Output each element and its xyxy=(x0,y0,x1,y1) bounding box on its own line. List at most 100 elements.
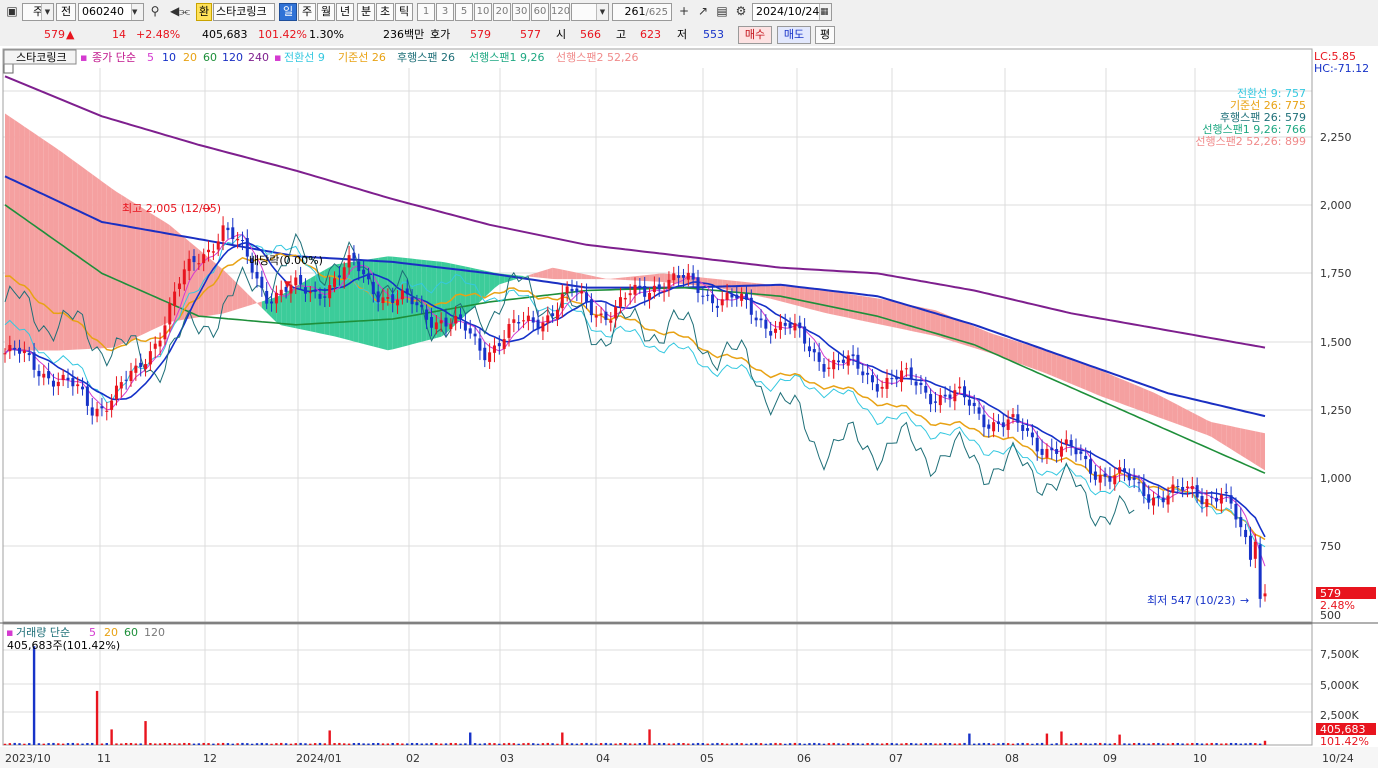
interval-year-button[interactable]: 년 xyxy=(336,3,354,21)
cloud-bearish-segment xyxy=(572,271,577,280)
volume-bar xyxy=(1036,743,1039,745)
candle-body xyxy=(672,273,676,281)
candle-body xyxy=(1084,455,1088,460)
candle-body xyxy=(81,386,85,390)
zoom-icon[interactable]: + xyxy=(675,3,693,21)
buy-button[interactable]: 매수 xyxy=(738,26,772,44)
calendar-icon[interactable]: ▦ xyxy=(819,4,831,20)
volume-bar xyxy=(1094,743,1097,745)
candle-body xyxy=(1185,486,1189,488)
multiplier-10-button[interactable]: 10 xyxy=(474,3,492,21)
candle-body xyxy=(536,319,540,330)
cloud-bearish-segment xyxy=(809,288,815,311)
crosshair-icon[interactable]: ↗ xyxy=(694,3,712,21)
multiplier-20-button[interactable]: 20 xyxy=(493,3,511,21)
market-select[interactable]: 전 xyxy=(56,3,76,21)
volume-bar xyxy=(91,742,94,745)
ftx-badge[interactable]: 환 xyxy=(196,3,212,21)
dividend-annotation: 배당락(0.00%) xyxy=(249,254,323,267)
volume-bar xyxy=(1108,743,1112,745)
cloud-bearish-segment xyxy=(1255,431,1261,468)
candle-body xyxy=(211,251,215,253)
multiplier-60-button[interactable]: 60 xyxy=(531,3,549,21)
candle-body xyxy=(551,313,555,317)
multiplier-30-button[interactable]: 30 xyxy=(512,3,530,21)
candle-body xyxy=(1079,451,1083,454)
multiplier-3-button[interactable]: 3 xyxy=(436,3,454,21)
candle-body xyxy=(643,286,647,297)
volume-bar xyxy=(328,730,331,745)
cloud-bearish-segment xyxy=(1051,352,1057,378)
volume-bar xyxy=(415,743,419,745)
multiplier-5-button[interactable]: 5 xyxy=(455,3,473,21)
gear-icon[interactable]: ⚙ xyxy=(732,3,750,21)
cloud-bearish-segment xyxy=(92,174,98,349)
speaker-icon[interactable]: ◀⫘ xyxy=(166,3,194,21)
price-tick: 1,000 xyxy=(1320,472,1352,485)
cloud-bearish-segment xyxy=(872,297,878,324)
volume-bar xyxy=(517,743,520,745)
volume-bar xyxy=(406,743,409,745)
interval-month-button[interactable]: 월 xyxy=(317,3,335,21)
candle-body xyxy=(148,351,152,365)
interval-minute-button[interactable]: 분 xyxy=(357,3,375,21)
custom-interval-select[interactable]: ▼ xyxy=(571,3,609,21)
candle-body xyxy=(681,274,685,278)
volume-bar xyxy=(473,743,477,745)
volume-bar xyxy=(32,646,36,745)
interval-second-button[interactable]: 초 xyxy=(376,3,394,21)
volume-bar xyxy=(1152,743,1155,745)
volume-bar xyxy=(163,742,167,745)
stock-code-input[interactable]: 060240 ▼ xyxy=(78,3,144,21)
volume-bar xyxy=(66,743,70,745)
stock-code-value: 060240 xyxy=(82,5,124,18)
data-count-field[interactable]: 261/625 xyxy=(612,3,672,21)
date-input[interactable]: 2024/10/24 ▦ xyxy=(752,3,832,21)
interval-tick-button[interactable]: 틱 xyxy=(395,3,413,21)
candle-body xyxy=(933,401,937,403)
volume-bar xyxy=(832,742,835,745)
save-icon[interactable]: ▤ xyxy=(713,3,731,21)
candle-body xyxy=(609,320,613,323)
volume-bar xyxy=(81,743,84,745)
volume-bar xyxy=(493,743,496,745)
candle-body xyxy=(1030,432,1034,438)
volume-bar xyxy=(628,743,632,745)
chart-layout-icon[interactable]: ▣ xyxy=(3,3,21,21)
interval-day-button[interactable]: 일 xyxy=(279,3,297,21)
candle-body xyxy=(449,324,453,330)
candle-body xyxy=(1176,486,1180,488)
volume-bar xyxy=(1118,734,1121,745)
multiplier-120-button[interactable]: 120 xyxy=(550,3,570,21)
candle-body xyxy=(1152,497,1156,506)
cloud-bearish-segment xyxy=(843,293,849,318)
candle-body xyxy=(1166,495,1170,505)
volume-bar xyxy=(464,743,467,745)
volume-bar xyxy=(158,743,162,745)
volume-bar xyxy=(745,743,748,745)
multiplier-1-button[interactable]: 1 xyxy=(417,3,435,21)
date-tick: 2024/01 xyxy=(296,752,342,765)
date-tick: 11 xyxy=(97,752,111,765)
sell-button[interactable]: 매도 xyxy=(777,26,811,44)
candle-body xyxy=(1040,448,1044,455)
cloud-bearish-segment xyxy=(741,281,747,294)
cloud-bearish-segment xyxy=(1177,404,1183,427)
candle-body xyxy=(473,333,477,337)
period-type-select[interactable]: 주 ▼ xyxy=(22,3,54,21)
candle-body xyxy=(236,238,240,241)
interval-week-button[interactable]: 주 xyxy=(298,3,316,21)
eval-button[interactable]: 평 xyxy=(815,26,835,44)
candle-body xyxy=(1137,482,1141,484)
stock-chart[interactable]: 스타코링크 ▪ 종가 단순 5 10 20 60 120 240 ▪ 전환선 9… xyxy=(0,46,1378,768)
volume-bar xyxy=(323,743,327,745)
date-tick: 04 xyxy=(596,752,610,765)
date-value: 2024/10/24 xyxy=(756,5,820,18)
cloud-bearish-segment xyxy=(34,133,39,351)
pane-toggle-icon[interactable] xyxy=(3,63,14,74)
search-icon[interactable]: ⚲ xyxy=(146,3,164,21)
candle-body xyxy=(948,394,952,399)
candle-body xyxy=(153,343,157,349)
cloud-bearish-segment xyxy=(814,289,820,312)
candle-body xyxy=(1035,437,1039,452)
